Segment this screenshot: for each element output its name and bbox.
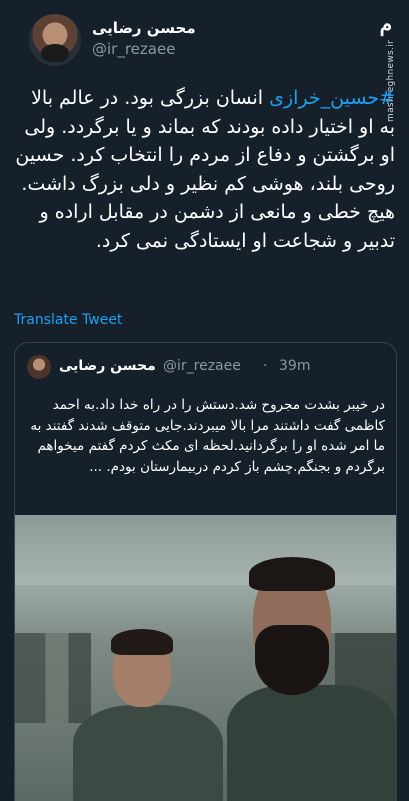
quoted-timestamp: 39m xyxy=(279,358,311,374)
author-name[interactable]: محسن رضایی xyxy=(92,18,292,38)
quoted-tweet-header: محسن رضایی @ir_rezaee · 39m xyxy=(27,355,384,381)
author-handle[interactable]: @ir_rezaee xyxy=(92,38,292,60)
quoted-tweet-photo[interactable] xyxy=(15,515,396,801)
quoted-author-name: محسن رضایی xyxy=(59,358,156,374)
quoted-author-handle: @ir_rezaee xyxy=(163,358,241,374)
brand-logo: م xyxy=(379,12,393,36)
tweet-header: محسن رضایی @ir_rezaee xyxy=(0,8,409,78)
tweet-body-text: انسان بزرگی بود. در عالم بالا به او اختی… xyxy=(15,87,395,252)
author-avatar[interactable] xyxy=(29,14,81,66)
quoted-tweet-text: در خیبر بشدت مجروح شد.دستش را در راه خدا… xyxy=(30,397,385,475)
photo-person-left xyxy=(73,629,223,801)
translate-tweet-link[interactable]: Translate Tweet xyxy=(14,312,122,328)
quoted-tweet-card[interactable]: محسن رضایی @ir_rezaee · 39m در خیبر بشدت… xyxy=(14,342,397,801)
hashtag-link[interactable]: #حسین_خرازی xyxy=(269,87,395,109)
tweet-text: #حسین_خرازی انسان بزرگی بود. در عالم بال… xyxy=(14,84,395,255)
author-info[interactable]: محسن رضایی @ir_rezaee xyxy=(92,18,292,60)
separator-dot: · xyxy=(263,358,268,374)
photo-person-right xyxy=(227,545,396,801)
watermark-brand: م mashreghnews.ir xyxy=(369,12,401,122)
quoted-author-avatar xyxy=(27,355,51,379)
